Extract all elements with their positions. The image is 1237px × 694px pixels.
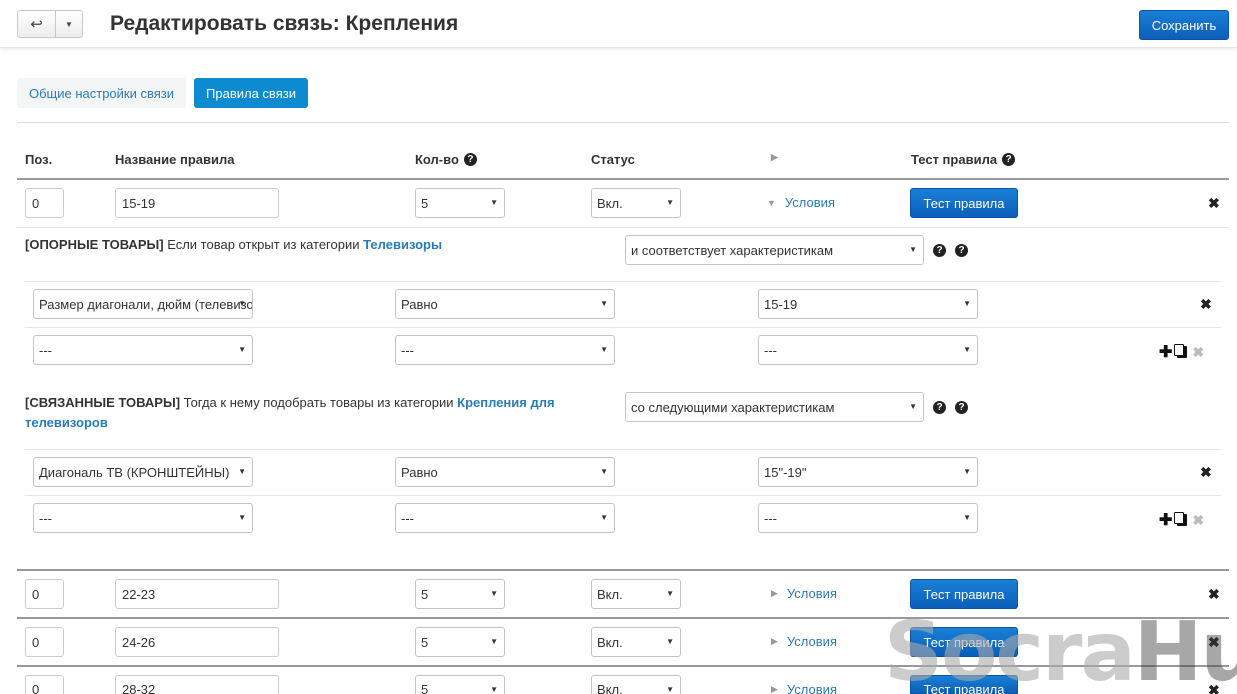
rule-qty-select[interactable]: 5 (415, 579, 505, 609)
related-match-mode-select[interactable]: со следующими характеристикам (625, 392, 924, 422)
related-property-select-new[interactable]: --- (33, 503, 253, 533)
rule-divider (17, 569, 1229, 571)
rule-qty-select[interactable]: 5 (415, 627, 505, 657)
help-icon[interactable]: ? (955, 401, 968, 414)
conditions-toggle[interactable]: ▶ Условия (771, 586, 837, 601)
tab-rules[interactable]: Правила связи (194, 78, 308, 108)
related-value-select[interactable]: 15"-19" (758, 457, 978, 487)
rule-status-select[interactable]: Вкл. (591, 579, 681, 609)
rule-status-select[interactable]: Вкл. (591, 627, 681, 657)
condition-actions: ✚ ✖ (1159, 510, 1204, 530)
expand-all-icon[interactable]: ▶ (771, 152, 778, 163)
rule-qty-select[interactable]: 5 (415, 188, 505, 218)
header-divider (17, 178, 1229, 180)
rule-status-select[interactable]: Вкл. (591, 675, 681, 694)
rule-pos-input[interactable]: 0 (25, 188, 64, 218)
base-property-select[interactable]: Размер диагонали, дюйм (телевизоры) (33, 289, 253, 319)
tab-general-settings[interactable]: Общие настройки связи (17, 78, 186, 108)
help-icon[interactable]: ? (933, 401, 946, 414)
rule-pos-input[interactable]: 0 (25, 579, 64, 609)
related-goods-description: [СВЯЗАННЫЕ ТОВАРЫ] Тогда к нему подобрат… (25, 395, 555, 430)
conditions-toggle[interactable]: ▶ Условия (771, 682, 837, 694)
base-operator-select-new[interactable]: --- (395, 335, 615, 365)
chevron-right-icon: ▶ (771, 636, 778, 646)
cond-divider (25, 495, 1221, 496)
delete-rule-icon[interactable]: ✖ (1208, 587, 1220, 601)
column-header-name: Название правила (115, 152, 235, 167)
add-icon[interactable]: ✚ (1159, 342, 1172, 362)
related-property-select[interactable]: Диагональ ТВ (КРОНШТЕЙНЫ) (33, 457, 253, 487)
related-operator-select[interactable]: Равно (395, 457, 615, 487)
column-header-test: Тест правила? (911, 152, 1016, 167)
delete-condition-icon[interactable]: ✖ (1200, 297, 1212, 311)
rule-name-input[interactable]: 15-19 (115, 188, 279, 218)
help-icon[interactable]: ? (955, 244, 968, 257)
chevron-right-icon: ▶ (771, 588, 778, 598)
add-icon[interactable]: ✚ (1159, 510, 1172, 530)
rule-name-input[interactable]: 28-32 (115, 675, 279, 694)
related-operator-select-new[interactable]: --- (395, 503, 615, 533)
column-header-qty: Кол-во? (415, 152, 477, 167)
top-bar: ↩ ▼ Редактировать связь: Крепления Сохра… (0, 0, 1237, 48)
base-property-select-new[interactable]: --- (33, 335, 253, 365)
rule-pos-input[interactable]: 0 (25, 627, 64, 657)
back-button-group[interactable]: ↩ ▼ (17, 10, 83, 38)
copy-icon[interactable] (1174, 344, 1188, 358)
rule-pos-input[interactable]: 0 (25, 675, 64, 694)
caret-down-icon[interactable]: ▼ (56, 11, 82, 37)
cond-divider (25, 281, 1221, 282)
back-arrow-icon[interactable]: ↩ (18, 11, 56, 37)
delete-rule-icon[interactable]: ✖ (1208, 196, 1220, 210)
cond-divider (25, 327, 1221, 328)
base-operator-select[interactable]: Равно (395, 289, 615, 319)
rule-status-select[interactable]: Вкл. (591, 188, 681, 218)
base-goods-description: [ОПОРНЫЕ ТОВАРЫ] Если товар открыт из ка… (25, 237, 443, 252)
save-button[interactable]: Сохранить (1139, 10, 1229, 40)
base-value-select[interactable]: 15-19 (758, 289, 978, 319)
base-match-mode-select[interactable]: и соответствует характеристикам (625, 235, 924, 265)
rule-name-input[interactable]: 22-23 (115, 579, 279, 609)
close-icon[interactable]: ✖ (1192, 512, 1204, 529)
column-header-pos: Поз. (25, 152, 53, 167)
conditions-toggle[interactable]: ▼ Условия (767, 195, 835, 210)
row-divider (17, 227, 1229, 228)
rule-qty-select[interactable]: 5 (415, 675, 505, 694)
column-header-status: Статус (591, 152, 635, 167)
conditions-toggle[interactable]: ▶ Условия (771, 634, 837, 649)
related-value-select-new[interactable]: --- (758, 503, 978, 533)
close-icon[interactable]: ✖ (1192, 344, 1204, 361)
delete-condition-icon[interactable]: ✖ (1200, 465, 1212, 479)
copy-icon[interactable] (1174, 512, 1188, 526)
condition-actions: ✚ ✖ (1159, 342, 1204, 362)
tabs-divider (17, 122, 1229, 123)
help-icon[interactable]: ? (1002, 153, 1016, 166)
watermark-logo: SocraHub (884, 605, 1237, 694)
base-category-link[interactable]: Телевизоры (363, 237, 442, 252)
test-rule-button[interactable]: Тест правила (910, 188, 1018, 218)
chevron-down-icon: ▼ (767, 197, 776, 208)
help-icon[interactable]: ? (933, 244, 946, 257)
rule-name-input[interactable]: 24-26 (115, 627, 279, 657)
help-icon[interactable]: ? (463, 153, 477, 166)
page-title: Редактировать связь: Крепления (110, 12, 459, 35)
chevron-right-icon: ▶ (771, 684, 778, 694)
cond-divider (25, 449, 1221, 450)
base-value-select-new[interactable]: --- (758, 335, 978, 365)
